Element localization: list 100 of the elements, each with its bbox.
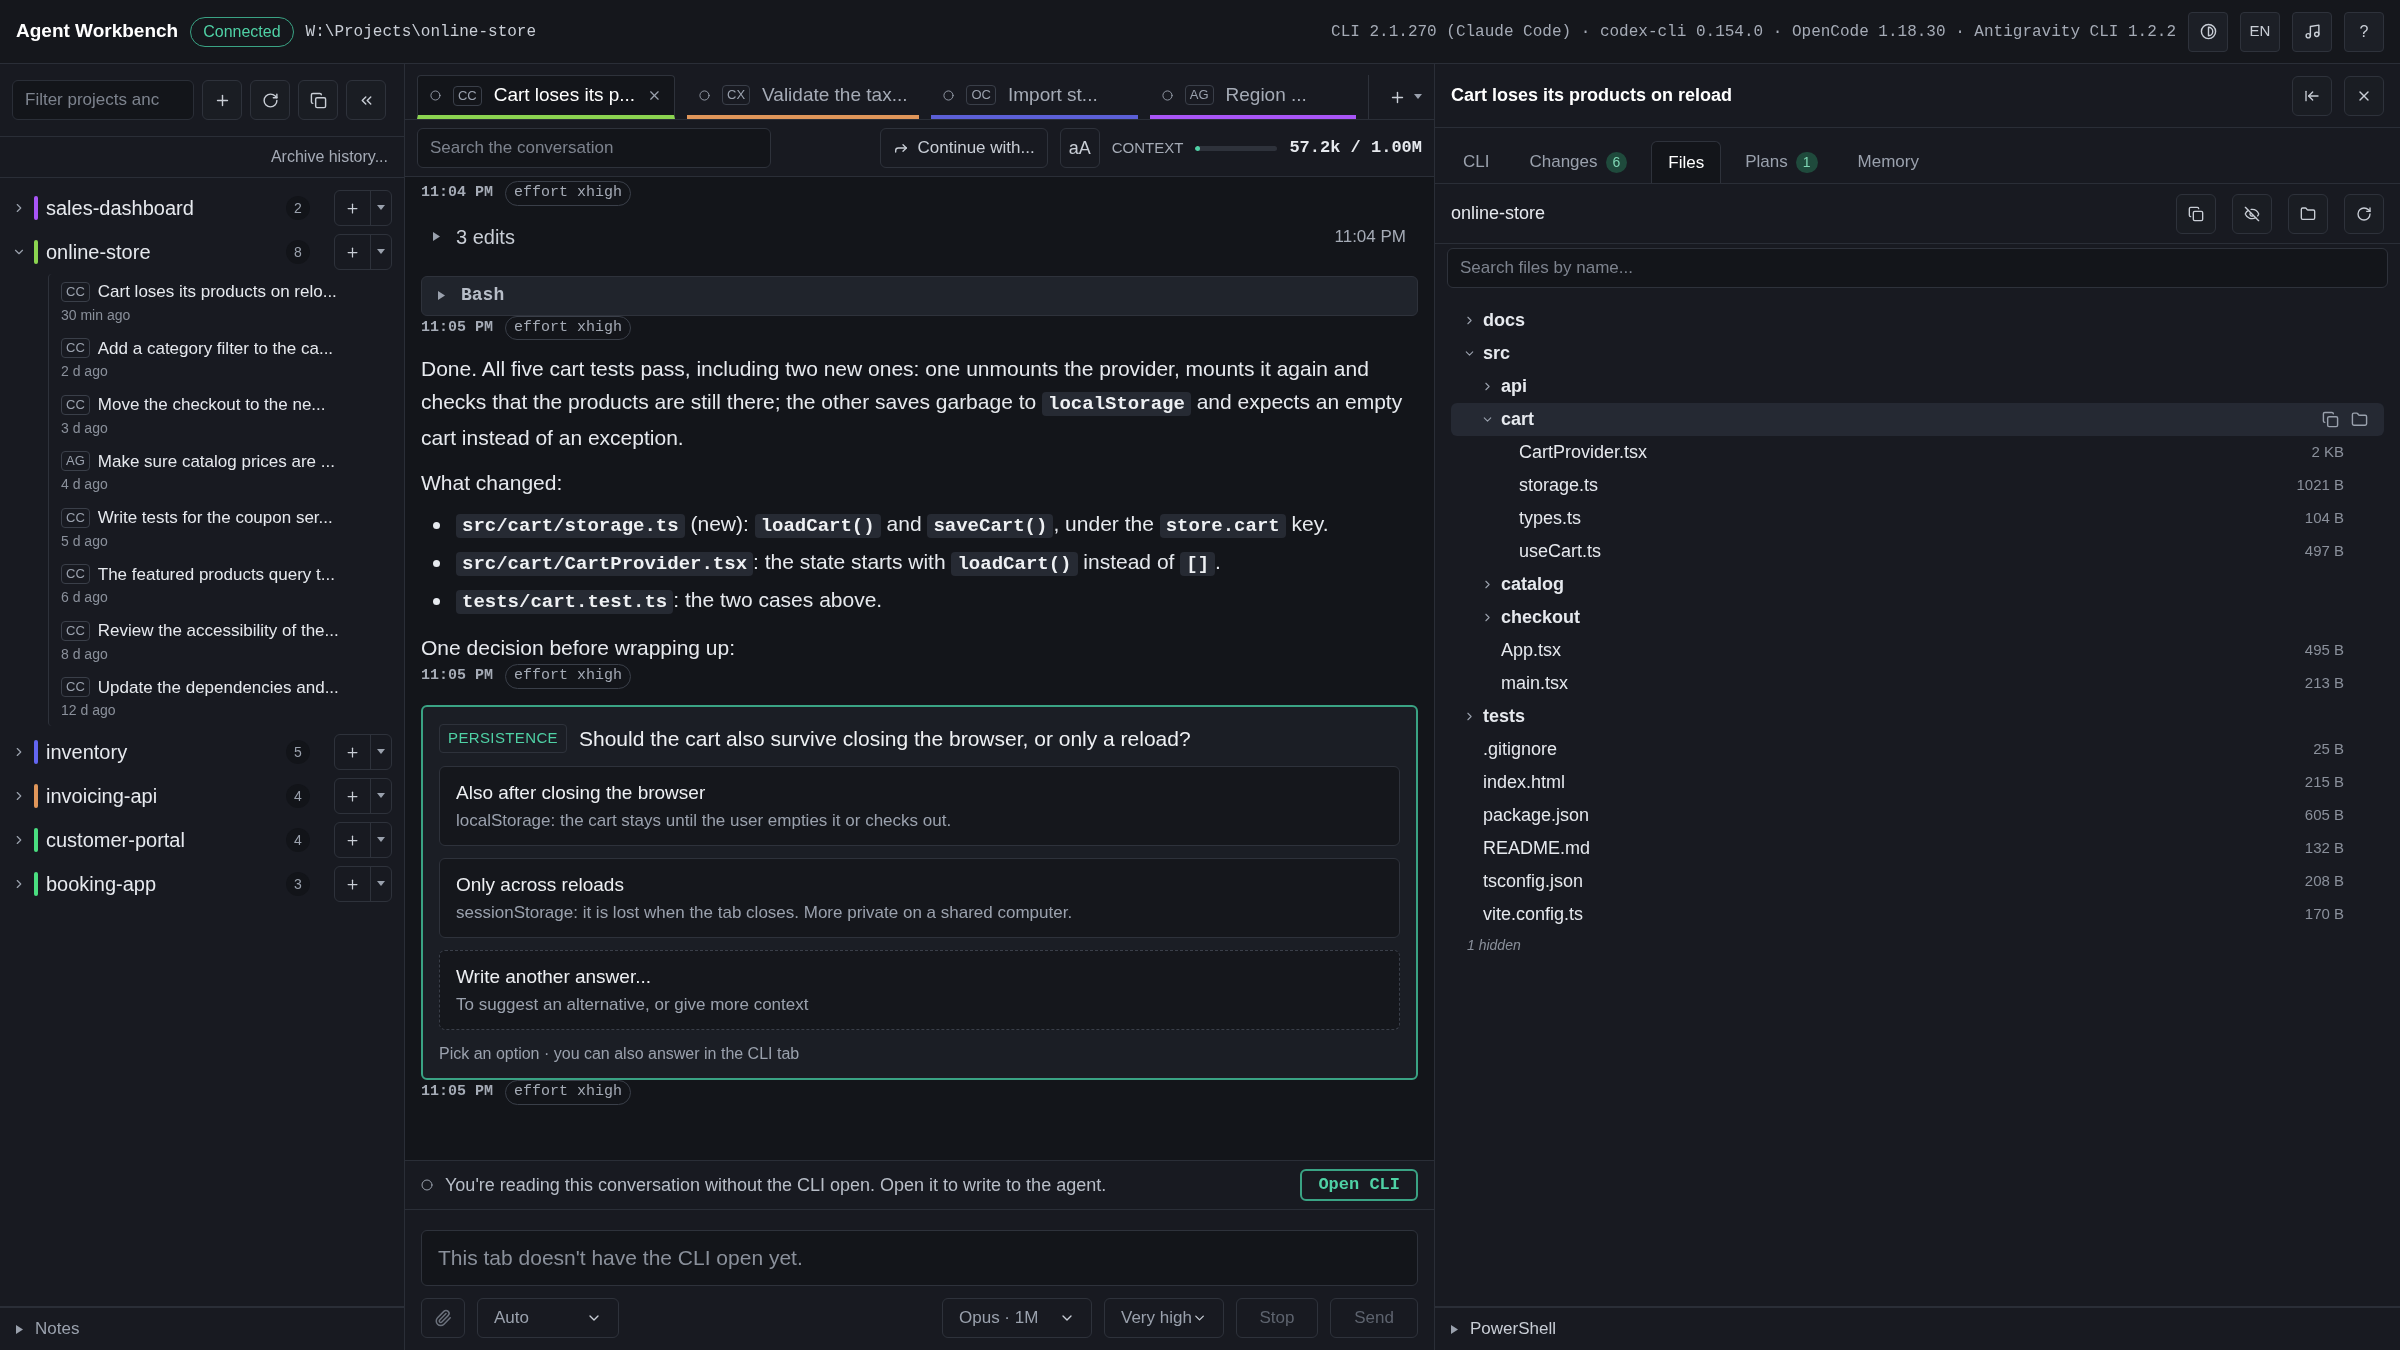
conversation-search-field[interactable]: Search the conversation: [417, 128, 771, 168]
count-badge: 5: [286, 740, 310, 764]
file-row[interactable]: useCart.ts 497 B: [1451, 535, 2384, 568]
file-row[interactable]: .gitignore 25 B: [1451, 733, 2384, 766]
answer-option[interactable]: Only across reloads sessionStorage: it is lost when the tab closes. More private on a shared computer.: [439, 858, 1400, 938]
file-search-field[interactable]: Search files by name...: [1447, 248, 2388, 288]
agent-badge: CC: [61, 620, 90, 641]
project-name[interactable]: booking-app: [46, 869, 278, 899]
project-name[interactable]: inventory: [46, 737, 278, 767]
font-size-button[interactable]: aA: [1059, 128, 1100, 168]
file-name: index.html: [1483, 771, 1566, 794]
conversation-time: 3 d ago: [61, 418, 109, 438]
panel-tab[interactable]: Memory: [1841, 141, 1935, 183]
conversation-time: 30 min ago: [61, 305, 132, 325]
refresh-icon: [261, 91, 279, 109]
paperclip-icon: [434, 1309, 452, 1327]
notes-label: Notes: [35, 1318, 80, 1341]
file-name: storage.ts: [1519, 474, 1599, 497]
panel-tab[interactable]: CLI: [1447, 141, 1506, 183]
context-reading: 57.2k / 1.00M: [1289, 137, 1422, 160]
conversation-item[interactable]: CC Move the checkout to the ne... 3 d ago: [49, 387, 392, 444]
toggle-hidden-button[interactable]: [2232, 193, 2272, 234]
folder-row[interactable]: api: [1451, 370, 2384, 403]
copy-icon[interactable]: [2322, 411, 2339, 428]
copy-button[interactable]: [298, 80, 338, 120]
folder-row[interactable]: tests: [1451, 700, 2384, 733]
notes-section[interactable]: Notes: [0, 1306, 404, 1350]
conversation-item[interactable]: CC Write tests for the coupon ser... 5 d ago: [49, 500, 392, 557]
refresh-button[interactable]: [2344, 193, 2384, 234]
theme-button[interactable]: [2188, 11, 2228, 52]
conversation-item[interactable]: CC Add a category filter to the ca... 2 d ago: [49, 330, 392, 387]
panel-tab[interactable]: Files: [1651, 141, 1722, 183]
context-label: CONTEXT: [1111, 137, 1184, 158]
custom-answer-option[interactable]: Write another answer... To suggest an alternative, or give more context: [439, 950, 1400, 1030]
file-row[interactable]: index.html 215 B: [1451, 766, 2384, 799]
panel-tab[interactable]: Changes 6: [1513, 141, 1644, 183]
file-row[interactable]: main.tsx 213 B: [1451, 667, 2384, 700]
project-name[interactable]: invoicing-api: [46, 781, 278, 811]
terminal-section[interactable]: PowerShell: [1435, 1306, 2400, 1350]
answer-option[interactable]: Also after closing the browser localStorage: the cart stays until the user empties it or checks out.: [439, 766, 1400, 846]
file-row[interactable]: README.md 132 B: [1451, 832, 2384, 865]
project-name[interactable]: sales-dashboard: [46, 193, 278, 223]
folder-row[interactable]: checkout: [1451, 601, 2384, 634]
copy-icon: [309, 91, 327, 109]
conversation-tab[interactable]: CC Cart loses its p...: [417, 75, 675, 119]
close-icon[interactable]: [647, 88, 662, 103]
file-row[interactable]: package.json 605 B: [1451, 799, 2384, 832]
project-name[interactable]: customer-portal: [46, 825, 278, 855]
collapse-button[interactable]: [346, 80, 386, 120]
sound-button[interactable]: [2292, 11, 2332, 52]
status-circle-icon: [943, 89, 955, 101]
close-button[interactable]: [2344, 75, 2384, 116]
plus-icon: [345, 876, 360, 892]
folder-row[interactable]: src: [1451, 337, 2384, 370]
file-row[interactable]: CartProvider.tsx 2 KB: [1451, 436, 2384, 469]
attach-button[interactable]: [421, 1298, 465, 1338]
tool-call-bar[interactable]: Bash: [421, 275, 1418, 316]
continue-with-button[interactable]: Continue with...: [880, 128, 1048, 168]
archive-history-link[interactable]: Archive history...: [270, 145, 388, 169]
dock-button[interactable]: [2292, 75, 2332, 116]
project-name[interactable]: online-store: [46, 237, 278, 267]
count-badge: 8: [286, 240, 310, 264]
folder-row[interactable]: cart: [1451, 403, 2384, 436]
filter-field[interactable]: Filter projects anc: [12, 80, 194, 120]
hidden-files-note: 1 hidden: [1466, 936, 1522, 955]
open-cli-button[interactable]: Open CLI: [1300, 1169, 1418, 1201]
folder-icon[interactable]: [2351, 411, 2368, 428]
file-row[interactable]: App.tsx 495 B: [1451, 634, 2384, 667]
file-row[interactable]: vite.config.ts 170 B: [1451, 898, 2384, 931]
folder-row[interactable]: catalog: [1451, 568, 2384, 601]
edits-row[interactable]: 3 edits 11:04 PM: [421, 205, 1418, 268]
file-size: 605 B: [2304, 805, 2344, 826]
file-name: CartProvider.tsx: [1519, 441, 1648, 464]
help-button[interactable]: ?: [2344, 11, 2384, 52]
refresh-button[interactable]: [250, 80, 290, 120]
open-folder-button[interactable]: [2288, 193, 2328, 234]
count-badge: 3: [286, 872, 310, 896]
panel-tab[interactable]: Plans 1: [1729, 141, 1834, 183]
copy-path-button[interactable]: [2176, 193, 2216, 234]
conversation-item[interactable]: CC The featured products query t... 6 d ago: [49, 556, 392, 613]
conversation-time: 5 d ago: [61, 531, 109, 551]
file-row[interactable]: tsconfig.json 208 B: [1451, 865, 2384, 898]
conversation-item[interactable]: CC Update the dependencies and... 12 d ago: [49, 669, 392, 726]
conversation-time: 6 d ago: [61, 588, 109, 607]
conversation-item[interactable]: AG Make sure catalog prices are ... 4 d ago: [49, 443, 392, 500]
file-row[interactable]: types.ts 104 B: [1451, 502, 2384, 535]
plus-icon: [345, 244, 360, 260]
conversation-title: Move the checkout to the ne...: [97, 394, 326, 416]
file-name: types.ts: [1519, 507, 1582, 530]
folder-row[interactable]: docs: [1451, 304, 2384, 337]
file-size: 1021 B: [2296, 475, 2344, 496]
file-size: 215 B: [2304, 772, 2344, 793]
expand-icon: [1451, 1324, 1458, 1334]
file-row[interactable]: storage.ts 1021 B: [1451, 469, 2384, 502]
list-item: src/cart/CartProvider.tsx : the state starts with loadCart() instead of [] .: [456, 545, 1221, 581]
conversation-item[interactable]: CC Cart loses its products on relo... 30 min ago: [49, 274, 392, 331]
file-name: useCart.ts: [1519, 540, 1602, 563]
agent-badge: AG: [1184, 85, 1214, 105]
conversation-item[interactable]: CC Review the accessibility of the... 8 d ago: [49, 613, 392, 670]
language-button[interactable]: EN: [2240, 11, 2280, 52]
